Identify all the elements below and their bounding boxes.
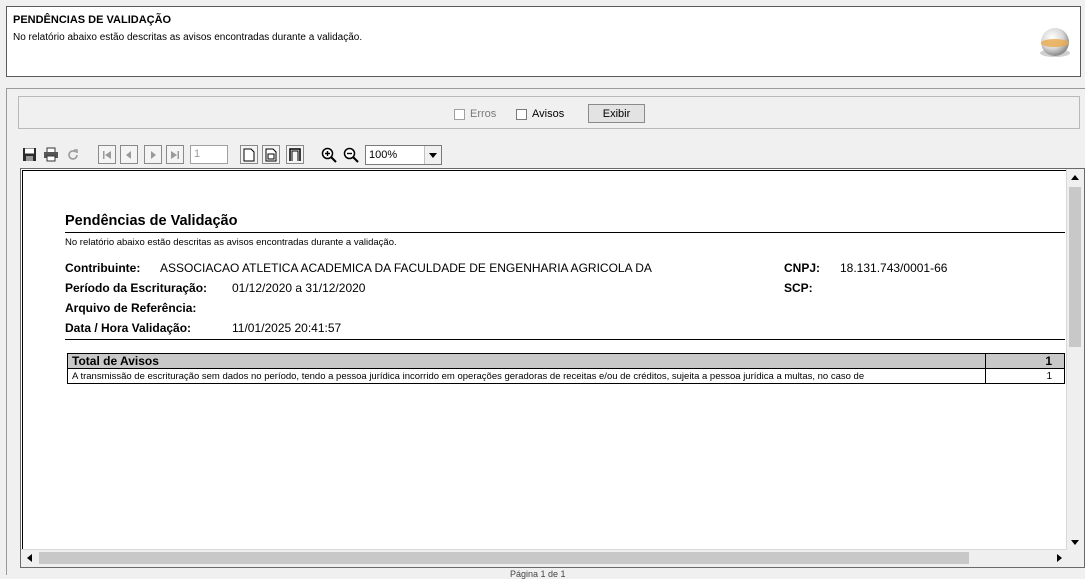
erros-checkbox-box[interactable] xyxy=(454,108,465,120)
page-header: PENDÊNCIAS DE VALIDAÇÃO No relatório aba… xyxy=(6,6,1081,77)
header-title: PENDÊNCIAS DE VALIDAÇÃO xyxy=(13,14,172,26)
horizontal-scroll-thumb[interactable] xyxy=(39,552,969,564)
header-description: No relatório abaixo estão descritas as a… xyxy=(13,32,363,43)
zoom-in-icon[interactable] xyxy=(320,145,338,164)
whole-page-icon[interactable] xyxy=(286,145,304,164)
datahora-label: Data / Hora Validação: xyxy=(65,321,192,335)
avisos-table: Total de Avisos 1 A transmissão de escri… xyxy=(67,353,1065,384)
scroll-up-icon[interactable] xyxy=(1067,169,1083,185)
erros-checkbox[interactable]: Erros xyxy=(454,107,496,121)
arquivo-label: Arquivo de Referência: xyxy=(65,301,197,315)
periodo-value: 01/12/2020 a 31/12/2020 xyxy=(232,281,366,295)
avisos-checkbox[interactable]: Avisos xyxy=(516,107,564,121)
first-page-icon[interactable] xyxy=(98,145,116,164)
contribuinte-label: Contribuinte: xyxy=(65,261,141,275)
aviso-text: A transmissão de escrituração sem dados … xyxy=(67,368,986,384)
page-number-input[interactable]: 1 xyxy=(190,145,228,164)
report-toolbar: 1 100% xyxy=(20,144,450,166)
scroll-right-icon[interactable] xyxy=(1051,550,1067,566)
refresh-icon[interactable] xyxy=(64,145,82,164)
chevron-down-icon[interactable] xyxy=(424,146,441,164)
datahora-value: 11/01/2025 20:41:57 xyxy=(232,321,342,335)
table-row: A transmissão de escrituração sem dados … xyxy=(67,368,1065,384)
total-avisos-count: 1 xyxy=(985,353,1065,369)
scp-label: SCP: xyxy=(784,281,813,295)
zoom-out-icon[interactable] xyxy=(342,145,360,164)
divider xyxy=(65,232,1065,233)
single-page-icon[interactable] xyxy=(240,145,258,164)
scroll-left-icon[interactable] xyxy=(21,550,37,566)
periodo-label: Período da Escrituração: xyxy=(65,281,208,295)
total-avisos-label: Total de Avisos xyxy=(67,353,986,369)
avisos-label: Avisos xyxy=(532,108,565,120)
erros-label: Erros xyxy=(470,108,497,120)
divider xyxy=(65,339,1065,340)
avisos-checkbox-box[interactable] xyxy=(516,108,527,120)
table-header-row: Total de Avisos 1 xyxy=(67,353,1065,369)
previous-page-icon[interactable] xyxy=(120,145,138,164)
report-viewer: Pendências de Validação No relatório aba… xyxy=(20,168,1085,568)
cnpj-value: 18.131.743/0001-66 xyxy=(840,261,948,275)
vertical-scrollbar[interactable] xyxy=(1066,169,1084,550)
horizontal-scrollbar[interactable] xyxy=(21,549,1067,567)
zoom-value: 100% xyxy=(369,149,398,161)
report-title: Pendências de Validação xyxy=(65,213,238,229)
vertical-scroll-thumb[interactable] xyxy=(1069,187,1081,347)
next-page-icon[interactable] xyxy=(144,145,162,164)
scroll-down-icon[interactable] xyxy=(1067,534,1083,550)
zoom-select[interactable]: 100% xyxy=(365,145,442,165)
filter-bar: Erros Avisos Exibir xyxy=(18,96,1080,129)
aviso-count: 1 xyxy=(985,368,1065,384)
save-icon[interactable] xyxy=(20,145,38,164)
exibir-button[interactable]: Exibir xyxy=(588,104,645,123)
sped-logo-icon xyxy=(1040,28,1070,57)
page-indicator: Página 1 de 1 xyxy=(510,569,566,579)
print-icon[interactable] xyxy=(42,145,60,164)
page-width-icon[interactable] xyxy=(262,145,280,164)
cnpj-label: CNPJ: xyxy=(784,261,821,275)
last-page-icon[interactable] xyxy=(166,145,184,164)
contribuinte-value: ASSOCIACAO ATLETICA ACADEMICA DA FACULDA… xyxy=(160,261,652,275)
report-description: No relatório abaixo estão descritas as a… xyxy=(65,237,397,248)
